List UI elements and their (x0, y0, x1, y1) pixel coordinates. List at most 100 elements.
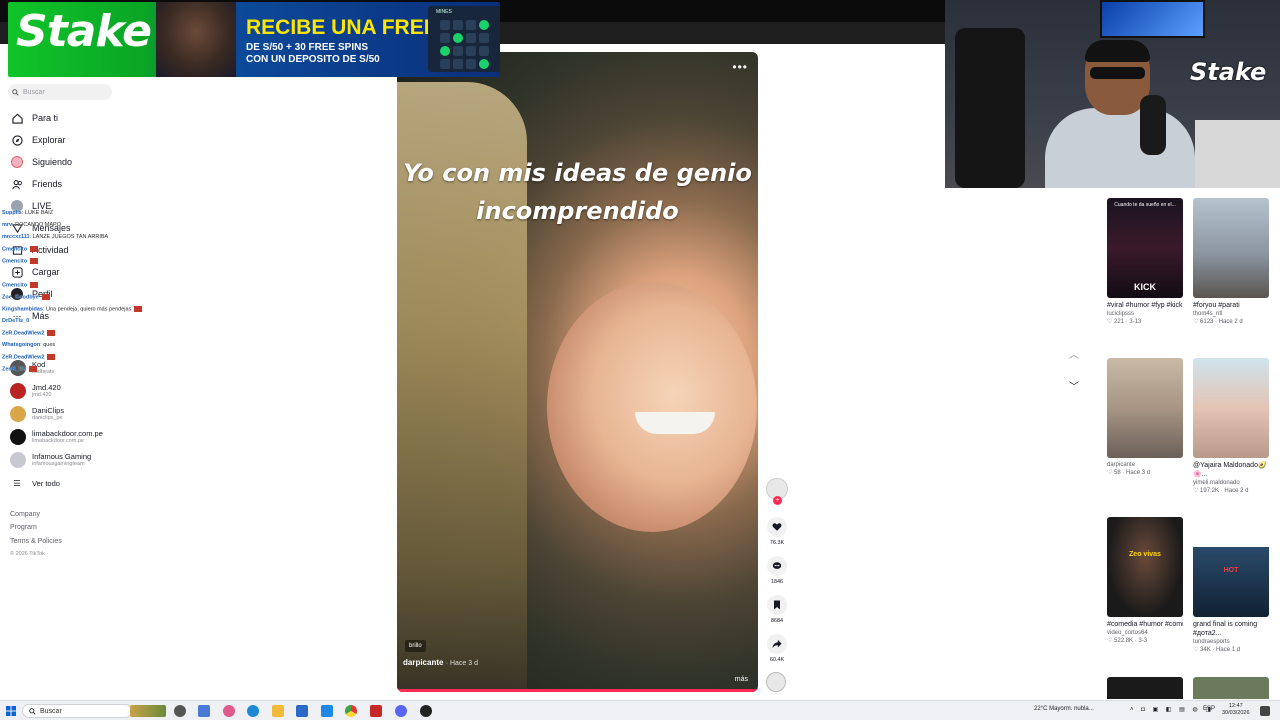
chrome-icon[interactable] (345, 705, 357, 717)
followed-account[interactable]: limabackdoor.com.pe limabackdoor.com.pe (10, 427, 150, 447)
followed-account[interactable]: Jmd.420 jmd.420 (10, 381, 150, 401)
folder-icon[interactable] (272, 705, 284, 717)
tile (479, 33, 489, 43)
chat-user: Whatsgoingon (2, 342, 41, 348)
sponsor-logo: Stake (16, 6, 152, 57)
related-video-card[interactable]: darpicante ♡ 58 · Hace 3 d (1107, 358, 1183, 477)
video-title: grand final is coming #дота2... (1193, 621, 1258, 637)
video-author[interactable]: darpicante · Hace 3 d (403, 658, 478, 667)
windows-start-icon[interactable] (6, 706, 16, 716)
video-thumbnail[interactable] (1107, 358, 1183, 458)
related-video-card[interactable]: Zeo vivas #comedia #humor #comidahumor..… (1107, 517, 1183, 645)
notification-icon[interactable] (1260, 706, 1270, 716)
edge-icon[interactable] (247, 705, 259, 717)
account-handle: jmd.420 (32, 391, 52, 398)
bookmark-icon[interactable] (767, 595, 787, 615)
explorer-icon[interactable] (198, 705, 210, 717)
compass-icon (10, 133, 24, 147)
nav-friends[interactable]: Friends (10, 176, 130, 192)
share-count: 60.4K (769, 657, 785, 663)
gem-icon (440, 46, 450, 56)
gem-icon (453, 33, 463, 43)
chat-user: ZenR_Dir (2, 366, 27, 373)
followed-account[interactable]: Infamous Gaming infamousgamingteam (10, 450, 150, 470)
clock[interactable]: 12:47 30/03/2026 (1222, 703, 1250, 717)
chat-text: : LUKE BAIZ (21, 210, 54, 216)
tray-icons[interactable]: ˄ ◘ ▣ ◧ ▤ ◍ ◨ (1130, 706, 1214, 713)
store-icon[interactable] (296, 705, 308, 717)
app-icon[interactable] (370, 705, 382, 717)
post-time: · Hace 3 d (445, 660, 478, 667)
share-action[interactable]: 60.4K (767, 634, 787, 663)
see-all-button[interactable]: ☰ Ver todo (10, 475, 130, 491)
chat-message: Whatsgoingon: ques (2, 342, 55, 348)
search-box[interactable]: Buscar (8, 84, 112, 100)
app-icon[interactable] (321, 705, 333, 717)
related-video-card[interactable]: HOT grand final is coming #дота2... tund… (1193, 517, 1269, 654)
cam-streamer-body (1045, 108, 1195, 188)
related-video-card[interactable]: #foryou #parati thom4s_ntl ♡ 6123 · Hace… (1193, 198, 1269, 326)
video-thumbnail[interactable]: Zeo vivas (1107, 517, 1183, 617)
footer-program[interactable]: Program (10, 524, 37, 531)
chevron-up-icon[interactable]: ︿ (1066, 348, 1082, 364)
heart-icon[interactable] (767, 517, 787, 537)
video-thumbnail[interactable] (1193, 358, 1269, 458)
video-progress-bar[interactable] (397, 689, 758, 692)
footer-company[interactable]: Company (10, 511, 40, 518)
nav-explorar[interactable]: Explorar (10, 132, 130, 148)
video-player[interactable]: Yo con mis ideas de genio incomprendido … (397, 52, 758, 692)
app-icon[interactable] (223, 705, 235, 717)
video-user: yimeli.maldonado (1193, 480, 1240, 486)
language-indicator[interactable]: ESP (1203, 706, 1215, 712)
comment-action[interactable]: 1846 (767, 556, 787, 585)
effect-tag[interactable]: brillo (405, 640, 426, 652)
save-action[interactable]: 8684 (767, 595, 787, 624)
widget-icon[interactable] (130, 705, 166, 717)
home-icon (10, 111, 24, 125)
more-link[interactable]: más (735, 676, 748, 683)
tile (440, 59, 450, 69)
followed-account[interactable]: DaniClips daniclips_pe (10, 404, 150, 424)
video-user: video_cortos64 (1107, 630, 1148, 636)
video-thumbnail[interactable] (1107, 677, 1183, 699)
nav-label: Friends (32, 179, 63, 189)
weather-widget[interactable]: 22°C Mayorm. nubla... (1034, 706, 1094, 712)
taskbar-search[interactable]: Buscar (22, 704, 132, 718)
chevron-down-icon[interactable]: ﹀ (1066, 380, 1082, 396)
cam-sunglasses (1090, 67, 1145, 79)
sound-avatar[interactable] (766, 672, 786, 692)
nav-siguiendo[interactable]: Siguiendo (10, 154, 130, 170)
chat-user: mrccxz111 (2, 234, 30, 240)
avatar (10, 383, 26, 399)
tile (453, 59, 463, 69)
nav-para-ti[interactable]: Para ti (10, 110, 130, 126)
video-thumbnail[interactable] (1193, 677, 1269, 699)
video-thumbnail[interactable]: HOT (1193, 517, 1269, 617)
share-icon[interactable] (767, 634, 787, 654)
cam-overlay-logo: Stake (1190, 58, 1267, 86)
banner-subline-1: DE S/50 + 30 FREE SPINS (246, 42, 368, 53)
obs-icon[interactable] (420, 705, 432, 717)
like-action[interactable]: 76.3K (767, 517, 787, 546)
related-video-card[interactable]: @Yajaira Maldonado🥑🌸... yimeli.maldonado… (1193, 358, 1269, 495)
video-thumbnail[interactable]: Cuando te da sueño en el... KICK (1107, 198, 1183, 298)
video-thumbnail[interactable] (1193, 198, 1269, 298)
task-view-icon[interactable] (174, 705, 186, 717)
chat-message: mrv: ROCANDO MAPO (2, 222, 61, 228)
avatar (10, 452, 26, 468)
windows-taskbar: Buscar 22°C Mayorm. nubla... ˄ ◘ ▣ ◧ ▤ ◍… (0, 700, 1280, 720)
chat-user: mrv (2, 222, 13, 228)
tile (440, 33, 450, 43)
footer-terms[interactable]: Terms & Policies (10, 538, 62, 545)
emote-icon (30, 258, 39, 264)
account-handle: limabackdoor.com.pe (32, 437, 84, 444)
comment-icon[interactable] (767, 556, 787, 576)
chat-message: mrccxz111: LANZE JUEGOS TAN ARRIBA (2, 234, 108, 240)
discord-icon[interactable] (395, 705, 407, 717)
follow-plus-icon[interactable]: + (773, 496, 782, 505)
save-count: 8684 (770, 618, 784, 624)
mines-grid (440, 20, 489, 69)
more-options-icon[interactable]: ••• (732, 60, 748, 74)
related-video-card[interactable]: Cuando te da sueño en el... KICK #viral … (1107, 198, 1183, 326)
account-name: DaniClips (32, 405, 65, 415)
